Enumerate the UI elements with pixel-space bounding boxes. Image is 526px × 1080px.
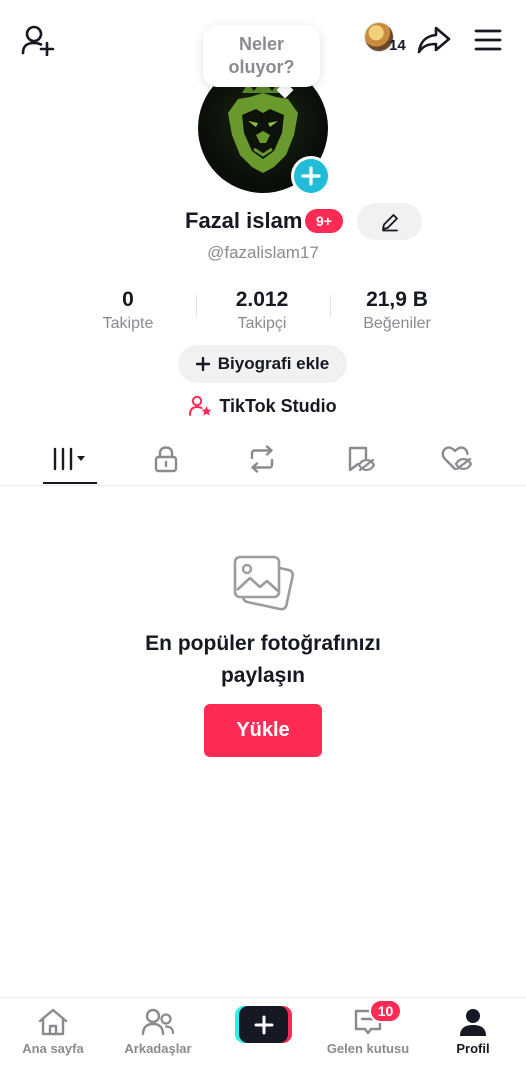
profile-handle: @fazalislam17 <box>207 243 319 262</box>
empty-state-title: En popüler fotoğrafınızı paylaşın <box>0 628 526 692</box>
empty-state-title-line2: paylaşın <box>220 664 306 687</box>
lock-icon <box>154 446 178 473</box>
friends-icon <box>141 1008 175 1036</box>
add-photo-button[interactable] <box>291 156 331 196</box>
create-button-core <box>239 1006 288 1043</box>
tab-videos[interactable] <box>40 437 100 481</box>
stat-following-value: 0 <box>122 288 134 311</box>
inbox-notification-badge: 10 <box>369 999 402 1023</box>
create-button[interactable] <box>235 1006 292 1043</box>
tab-liked[interactable] <box>427 437 487 481</box>
home-icon <box>38 1008 68 1036</box>
stat-followers-label: Takipçi <box>237 315 287 332</box>
stat-followers[interactable]: 2.012 Takipçi <box>197 288 327 333</box>
active-tab-indicator <box>43 482 97 484</box>
stat-divider <box>330 295 331 317</box>
add-friend-button[interactable] <box>18 22 58 58</box>
hamburger-menu-icon <box>474 29 502 51</box>
heart-hidden-icon <box>441 446 473 471</box>
add-bio-label: Biyografi ekle <box>217 354 330 373</box>
nav-profile[interactable]: Profil <box>423 1006 523 1056</box>
user-star-icon <box>189 395 212 416</box>
nav-home[interactable]: Ana sayfa <box>3 1006 103 1056</box>
share-button[interactable] <box>414 22 454 58</box>
nav-friends-label: Arkadaşlar <box>124 1041 192 1056</box>
tiktok-studio-label: TikTok Studio <box>219 395 337 416</box>
tab-reposts[interactable] <box>232 437 292 481</box>
menu-button[interactable] <box>470 22 506 58</box>
share-arrow-icon <box>417 26 451 54</box>
edit-profile-button[interactable] <box>357 203 422 240</box>
plus-icon <box>195 357 210 371</box>
tab-favorites[interactable] <box>330 437 390 481</box>
tabs-divider <box>0 485 526 486</box>
profile-name: Fazal islam <box>185 208 303 233</box>
bottom-navigation: Ana sayfa Arkadaşlar Gelen kutusu Profil <box>0 997 526 1080</box>
upload-button[interactable]: Yükle <box>204 704 322 757</box>
tab-private[interactable] <box>136 437 196 481</box>
add-user-icon <box>21 25 55 56</box>
photo-stack-icon <box>232 552 295 614</box>
name-notification-badge[interactable]: 9+ <box>305 209 343 233</box>
nav-home-label: Ana sayfa <box>22 1041 84 1056</box>
empty-state-title-line1: En popüler fotoğrafınızı <box>145 632 381 655</box>
bookmark-hidden-icon <box>348 446 375 472</box>
stat-followers-value: 2.012 <box>235 288 289 311</box>
tiktok-studio-link[interactable]: TikTok Studio <box>0 395 526 417</box>
stat-likes[interactable]: 21,9 B Beğeniler <box>332 288 462 333</box>
profile-views-count: 14 <box>389 37 406 54</box>
tooltip-line1: Neler <box>238 34 285 54</box>
stat-following-label: Takipte <box>102 315 154 332</box>
plus-icon <box>254 1015 273 1034</box>
stat-likes-value: 21,9 B <box>366 288 428 311</box>
profile-icon <box>460 1009 486 1036</box>
tooltip-line2: oluyor? <box>228 57 295 77</box>
stat-following[interactable]: 0 Takipte <box>63 288 193 333</box>
stat-likes-label: Beğeniler <box>363 315 431 332</box>
add-bio-button[interactable]: Biyografi ekle <box>178 345 347 383</box>
nav-inbox-label: Gelen kutusu <box>326 1041 410 1056</box>
nav-profile-label: Profil <box>456 1041 490 1056</box>
nav-friends[interactable]: Arkadaşlar <box>108 1006 208 1056</box>
status-tooltip[interactable]: Neler oluyor? <box>203 25 320 87</box>
repost-icon <box>250 445 274 473</box>
plus-icon <box>301 166 321 186</box>
nav-inbox[interactable]: Gelen kutusu <box>318 1006 418 1056</box>
grid-bars-icon <box>53 447 85 471</box>
pencil-icon <box>381 213 398 231</box>
